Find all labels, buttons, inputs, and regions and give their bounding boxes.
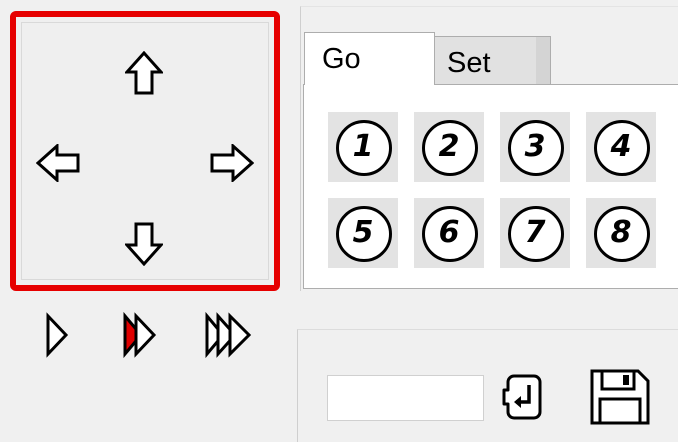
position-number: 5	[352, 215, 374, 250]
play-medium-icon[interactable]	[122, 312, 158, 358]
tab-set[interactable]: Set	[434, 36, 551, 85]
position-button-7[interactable]: 7	[500, 198, 570, 268]
dpad-panel	[10, 11, 280, 291]
position-number: 8	[610, 215, 632, 250]
position-button-2[interactable]: 2	[414, 112, 484, 182]
position-button-5[interactable]: 5	[328, 198, 398, 268]
position-button-3[interactable]: 3	[500, 112, 570, 182]
position-number: 1	[352, 129, 374, 164]
position-number: 6	[438, 215, 460, 250]
tab-go[interactable]: Go	[304, 32, 435, 85]
position-button-6[interactable]: 6	[414, 198, 484, 268]
arrow-right-icon[interactable]	[210, 144, 254, 182]
play-slow-icon[interactable]	[44, 312, 70, 358]
tab-go-content: 1 2 3 4 5 6 7 8	[303, 84, 678, 289]
position-number: 3	[524, 129, 546, 164]
position-button-1[interactable]: 1	[328, 112, 398, 182]
tab-go-label: Go	[322, 43, 361, 75]
arrow-left-icon[interactable]	[36, 144, 80, 182]
position-button-8[interactable]: 8	[586, 198, 656, 268]
arrow-up-icon[interactable]	[125, 51, 163, 95]
position-number: 4	[610, 129, 632, 164]
value-input[interactable]	[327, 375, 484, 421]
position-number: 2	[438, 129, 460, 164]
tab-set-label: Set	[447, 47, 491, 79]
enter-icon[interactable]	[500, 372, 546, 422]
arrow-down-icon[interactable]	[125, 222, 163, 266]
position-button-4[interactable]: 4	[586, 112, 656, 182]
save-icon[interactable]	[588, 367, 652, 427]
position-number: 7	[524, 215, 546, 250]
play-fast-icon[interactable]	[204, 312, 254, 358]
